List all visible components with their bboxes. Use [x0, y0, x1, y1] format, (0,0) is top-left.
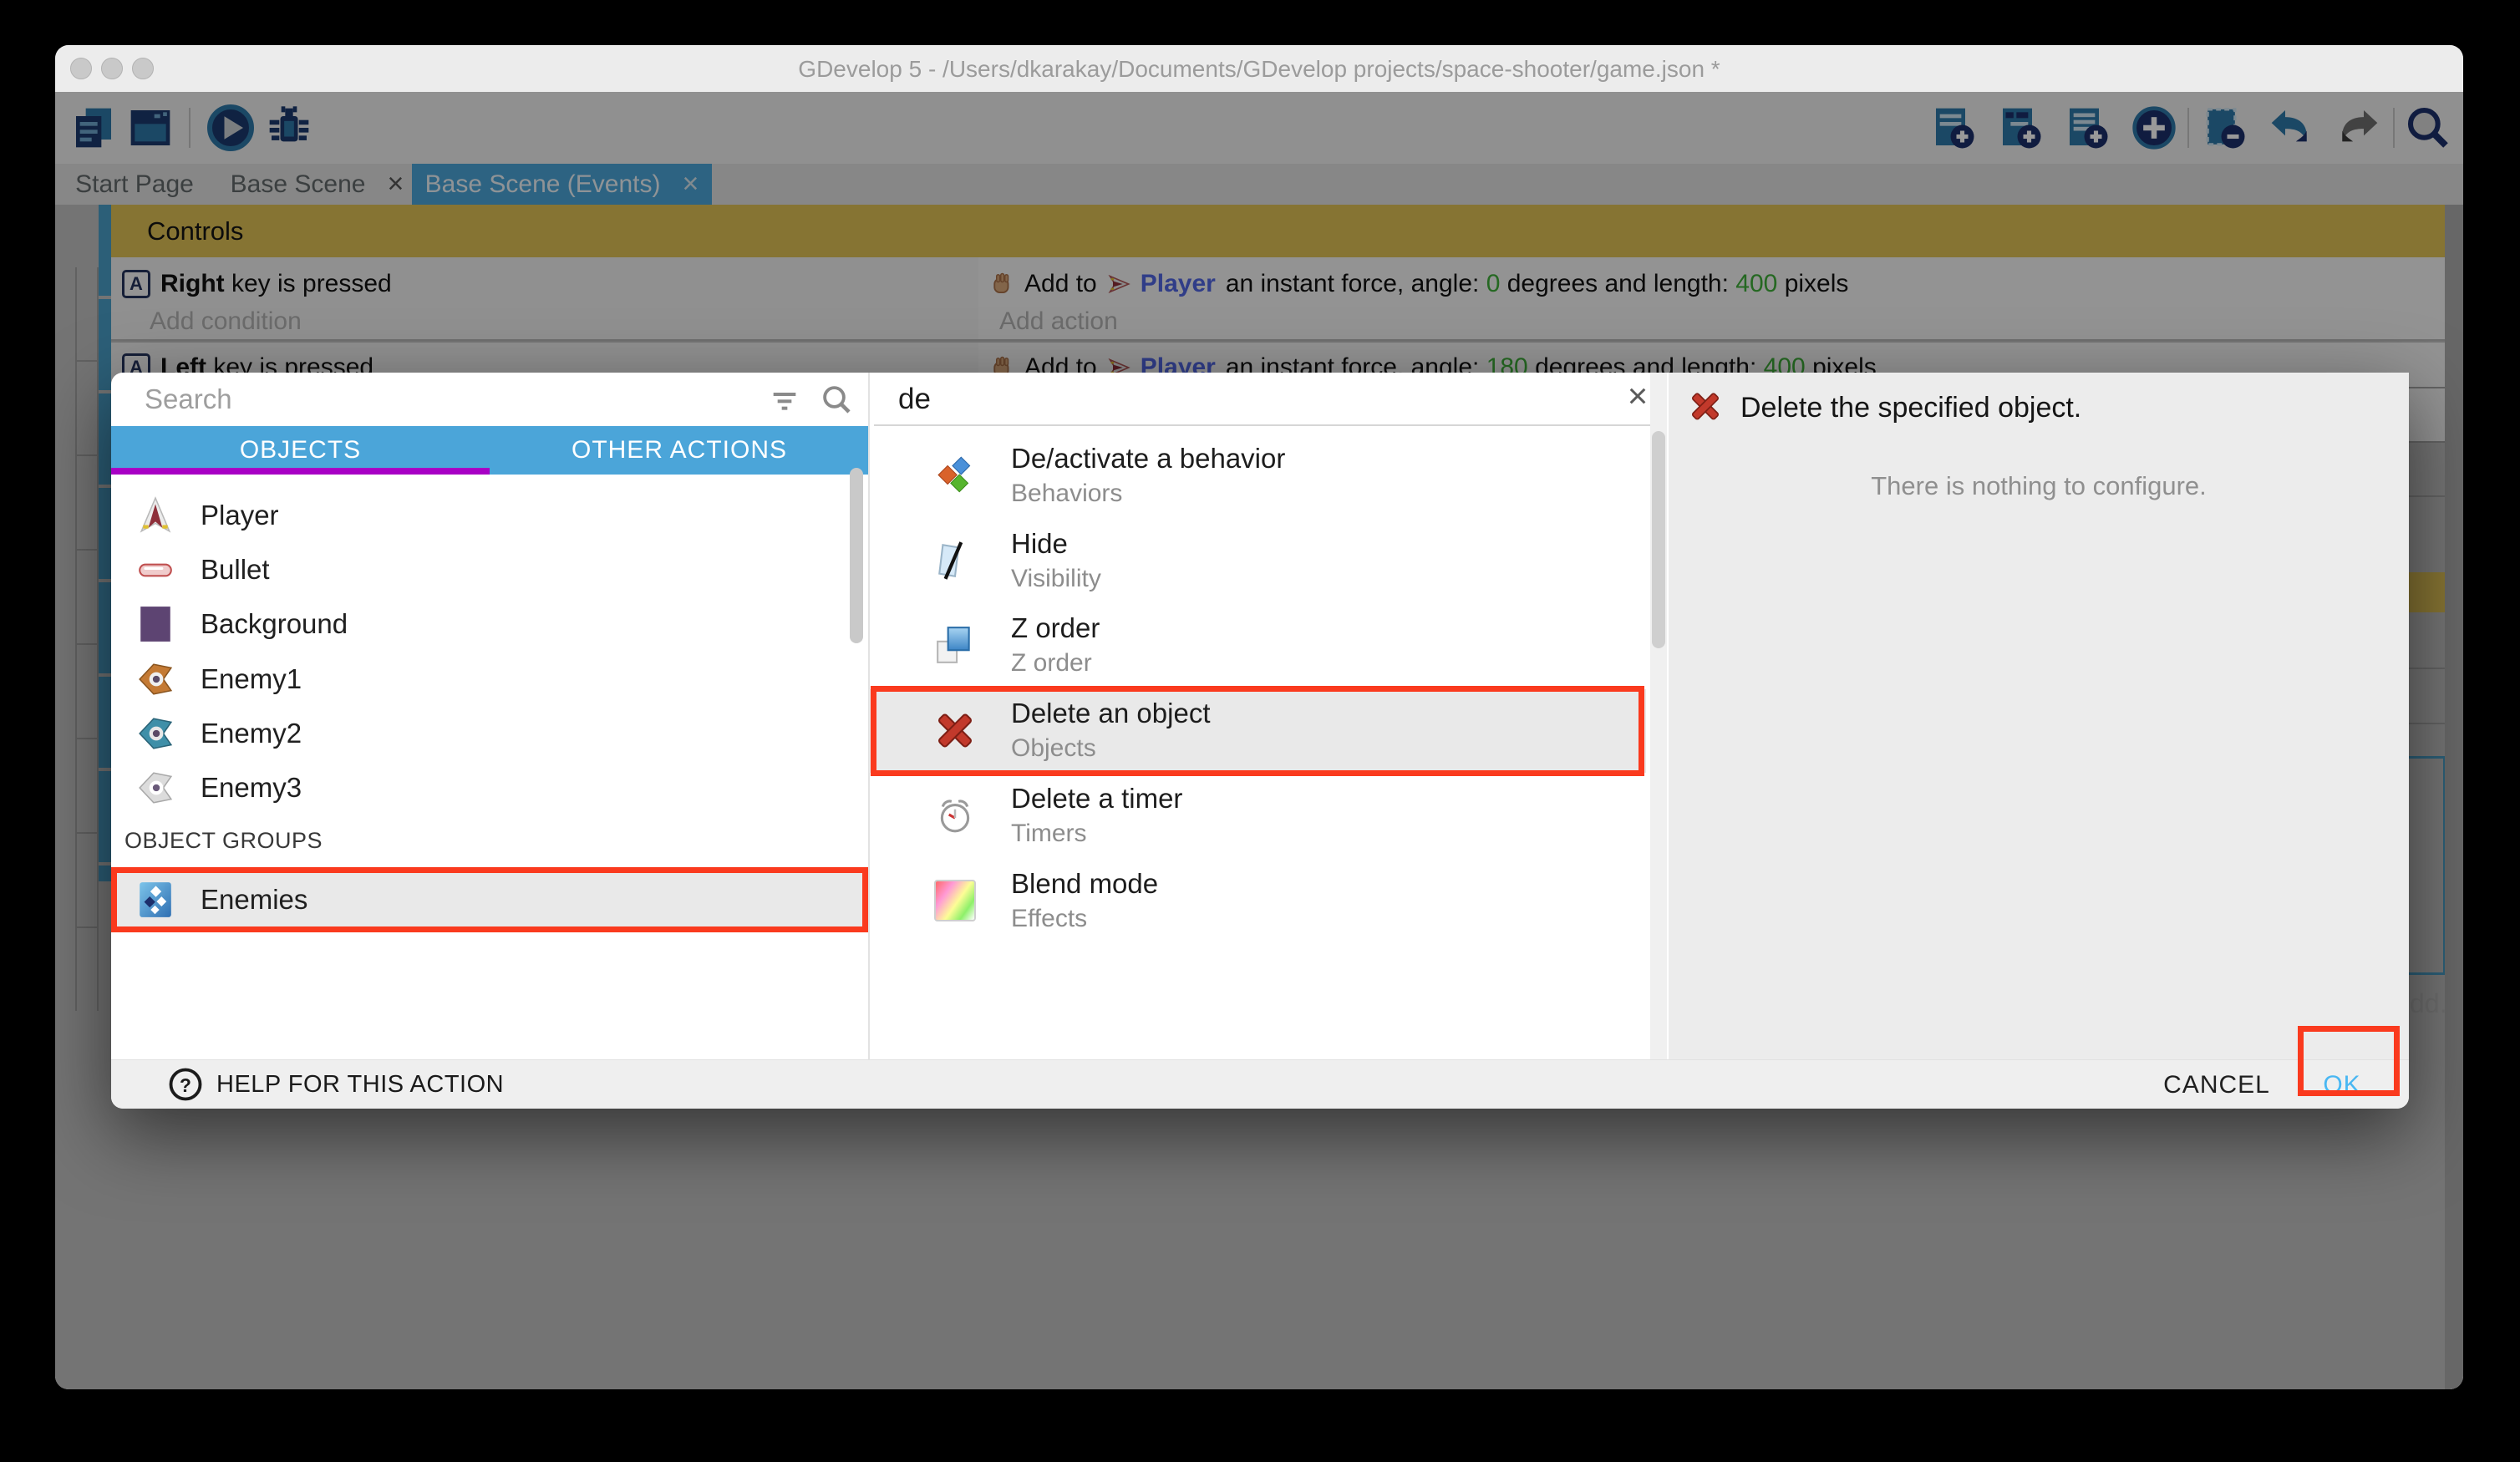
group-row-enemies[interactable]: Enemies — [111, 867, 868, 932]
titlebar: GDevelop 5 - /Users/dkarakay/Documents/G… — [55, 45, 2463, 92]
action-category: Effects — [1011, 905, 1087, 933]
action-title: Delete a timer — [1011, 783, 1182, 815]
enemy2-sprite-icon — [136, 714, 175, 753]
search-icon[interactable] — [820, 383, 855, 418]
object-label: Enemy3 — [201, 772, 302, 804]
action-row-delete-timer[interactable]: Delete a timer Timers — [869, 774, 1646, 858]
object-row-player[interactable]: Player — [111, 488, 846, 542]
player-sprite-icon — [136, 496, 175, 535]
object-label: Bullet — [201, 554, 270, 586]
action-category: Visibility — [1011, 565, 1101, 593]
action-category: Behaviors — [1011, 480, 1122, 508]
object-label: Enemy2 — [201, 718, 302, 749]
action-title: Blend mode — [1011, 868, 1158, 900]
screen: GDevelop 5 - /Users/dkarakay/Documents/G… — [0, 0, 2520, 1462]
behavior-icon — [934, 454, 976, 496]
annotation-rect-enemies — [111, 867, 868, 932]
object-label: Enemy1 — [201, 663, 302, 695]
search-underline — [874, 424, 1665, 426]
instruction-editor-dialog: Search OBJECTS OTHER ACTIONS — [111, 373, 2409, 1109]
object-row-enemy1[interactable]: Enemy1 — [111, 652, 846, 706]
window-title: GDevelop 5 - /Users/dkarakay/Documents/G… — [55, 45, 2463, 92]
action-list-scrollbar-thumb[interactable] — [1652, 431, 1665, 648]
action-title: De/activate a behavior — [1011, 443, 1285, 475]
action-config-panel: Delete the specified object. There is no… — [1669, 373, 2409, 1059]
action-row-delete-object[interactable]: Delete an object Objects — [869, 689, 1646, 773]
object-label: Player — [201, 500, 279, 531]
action-search-input[interactable]: de — [898, 373, 931, 426]
object-selector-column: Search OBJECTS OTHER ACTIONS — [111, 373, 869, 1059]
selector-tabbar: OBJECTS OTHER ACTIONS — [111, 426, 869, 475]
action-row-blend-mode[interactable]: Blend mode Effects — [869, 860, 1646, 943]
enemy1-sprite-icon — [136, 660, 175, 698]
svg-text:?: ? — [180, 1074, 191, 1096]
hide-visibility-icon — [934, 540, 976, 581]
action-row-deactivate-behavior[interactable]: De/activate a behavior Behaviors — [869, 434, 1646, 518]
annotation-rect-ok — [2298, 1026, 2400, 1096]
object-search-input[interactable]: Search — [145, 373, 232, 426]
bullet-sprite-icon — [136, 551, 175, 589]
dialog-footer: ? HELP FOR THIS ACTION CANCEL OK — [111, 1059, 2409, 1109]
enemy3-sprite-icon — [136, 769, 175, 807]
help-icon[interactable]: ? — [168, 1067, 203, 1102]
tab-other-actions[interactable]: OTHER ACTIONS — [490, 426, 869, 475]
cancel-button[interactable]: CANCEL — [2133, 1060, 2300, 1109]
config-empty-message: There is nothing to configure. — [1669, 471, 2409, 501]
object-row-bullet[interactable]: Bullet — [111, 542, 846, 596]
annotation-rect-delete-object — [871, 686, 1644, 776]
background-sprite-icon — [136, 605, 175, 643]
action-search-column: de × De/activate a behavior Behaviors — [869, 373, 1669, 1059]
filter-icon[interactable] — [768, 384, 801, 418]
z-order-icon — [934, 624, 976, 666]
action-category: Timers — [1011, 820, 1087, 848]
active-tab-underline — [111, 468, 490, 475]
object-row-enemy3[interactable]: Enemy3 — [111, 760, 846, 815]
object-groups-header: OBJECT GROUPS — [124, 828, 323, 854]
object-row-background[interactable]: Background — [111, 596, 846, 651]
object-list-scrollbar[interactable] — [850, 468, 863, 643]
object-label: Background — [201, 608, 348, 640]
timer-clock-icon — [934, 794, 976, 836]
config-panel-title: Delete the specified object. — [1740, 384, 2081, 431]
delete-object-icon — [1689, 389, 1722, 423]
action-title: Z order — [1011, 612, 1100, 644]
help-link[interactable]: HELP FOR THIS ACTION — [216, 1060, 504, 1109]
gdevelop-window: GDevelop 5 - /Users/dkarakay/Documents/G… — [55, 45, 2463, 1389]
action-category: Z order — [1011, 649, 1092, 678]
action-row-z-order[interactable]: Z order Z order — [869, 604, 1646, 688]
action-row-hide[interactable]: Hide Visibility — [869, 520, 1646, 603]
blend-mode-icon — [934, 880, 976, 921]
action-title: Hide — [1011, 528, 1068, 560]
object-row-enemy2[interactable]: Enemy2 — [111, 706, 846, 760]
